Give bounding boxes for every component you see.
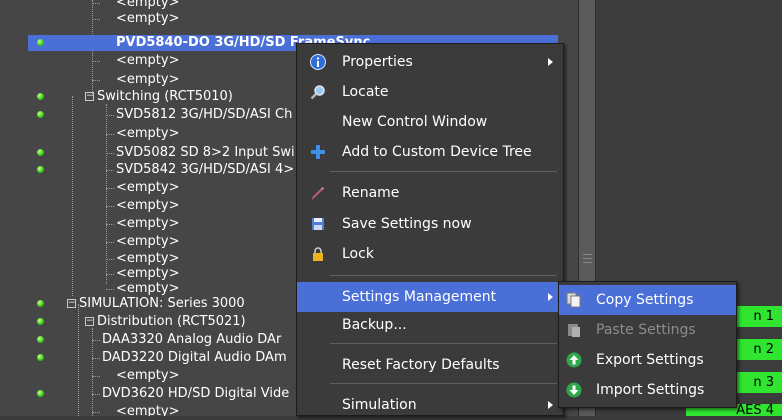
tree-row-label: Switching (RCT5010): [97, 89, 233, 104]
menu-separator: [330, 171, 557, 172]
pencil-icon: [312, 187, 324, 200]
status-led-icon: [37, 166, 44, 173]
menu-item-new-control-window[interactable]: New Control Window: [297, 107, 563, 137]
tree-row-label: SVD5082 SD 8>2 Input Swi: [116, 145, 295, 160]
tree-row[interactable]: <empty>: [0, 0, 578, 11]
tree-row-label: <empty>: [116, 404, 180, 416]
tree-row-label: DAA3320 Analog Audio DAr: [102, 332, 282, 347]
menu-item-copy-settings[interactable]: Copy Settings: [559, 285, 736, 315]
tree-row-label: <empty>: [116, 266, 180, 281]
tree-row-label: <empty>: [116, 216, 180, 231]
tree-row-label: <empty>: [116, 234, 180, 249]
collapse-toggle[interactable]: −: [85, 317, 94, 326]
status-led-icon: [37, 390, 44, 397]
tree-row-label: <empty>: [116, 11, 180, 26]
menu-item-label: Export Settings: [596, 352, 704, 368]
menu-item-label: Rename: [342, 185, 400, 201]
menu-item-backup[interactable]: Backup...: [297, 310, 563, 340]
menu-item-label: Add to Custom Device Tree: [342, 144, 532, 160]
export-arrow-icon: [566, 352, 582, 368]
menu-item-label: Backup...: [342, 317, 407, 333]
menu-item-label: Import Settings: [596, 382, 705, 398]
menu-item-paste-settings[interactable]: Paste Settings: [559, 315, 736, 345]
menu-item-settings-management[interactable]: Settings Management: [297, 282, 563, 312]
status-led-icon: [37, 336, 44, 343]
info-icon: [310, 54, 326, 70]
copy-icon: [566, 292, 581, 308]
menu-item-label: Paste Settings: [596, 322, 696, 338]
status-led-icon: [37, 354, 44, 361]
tree-row-label: <empty>: [116, 180, 180, 195]
menu-item-label: Settings Management: [342, 289, 497, 305]
menu-item-label: Properties: [342, 54, 413, 70]
context-menu: Properties Locate New Control Window Add…: [296, 43, 564, 416]
menu-item-save-settings-now[interactable]: Save Settings now: [297, 209, 563, 239]
tree-row-label: <empty>: [116, 198, 180, 213]
status-led-icon: [37, 93, 44, 100]
tree-row-label: SVD5812 3G/HD/SD/ASI Ch: [116, 107, 293, 122]
splitter-grip-icon: [583, 258, 592, 259]
tree-row-label: <empty>: [116, 126, 180, 141]
tree-row-label: DVD3620 HD/SD Digital Vide: [102, 386, 290, 401]
magnifier-icon: [310, 85, 325, 100]
padlock-icon: [313, 247, 323, 261]
status-led-icon: [37, 149, 44, 156]
floppy-icon: [312, 218, 324, 230]
menu-item-label: Reset Factory Defaults: [342, 357, 500, 373]
menu-item-label: Copy Settings: [596, 292, 694, 308]
tree-row[interactable]: <empty>: [0, 11, 578, 27]
tree-row-label: Distribution (RCT5021): [97, 314, 246, 329]
menu-item-label: Save Settings now: [342, 216, 472, 232]
submenu-arrow-icon: [548, 293, 553, 301]
submenu-arrow-icon: [548, 58, 553, 66]
menu-item-rename[interactable]: Rename: [297, 178, 563, 208]
menu-item-add-to-custom-device-tree[interactable]: Add to Custom Device Tree: [297, 137, 563, 167]
menu-item-import-settings[interactable]: Import Settings: [559, 375, 736, 405]
tree-row-label: <empty>: [116, 368, 180, 383]
submenu-arrow-icon: [548, 401, 553, 409]
menu-item-reset-factory-defaults[interactable]: Reset Factory Defaults: [297, 350, 563, 380]
tree-row-label: <empty>: [116, 53, 180, 68]
tree-row-label: <empty>: [116, 281, 180, 296]
menu-separator: [330, 343, 557, 344]
menu-item-locate[interactable]: Locate: [297, 77, 563, 107]
menu-item-label: Locate: [342, 84, 389, 100]
settings-management-submenu: Copy Settings Paste Settings Export Sett…: [558, 281, 737, 408]
tree-row-label: <empty>: [116, 251, 180, 266]
tree-row-label: <empty>: [116, 0, 180, 10]
status-led-icon: [37, 111, 44, 118]
collapse-toggle[interactable]: −: [85, 92, 94, 101]
menu-item-label: Lock: [342, 246, 374, 262]
plus-icon: [311, 145, 325, 159]
tree-row-label: DAD3220 Digital Audio DAm: [102, 350, 287, 365]
tree-row-label: SIMULATION: Series 3000: [79, 296, 245, 311]
tree-row-label: <empty>: [116, 72, 180, 87]
splitter-grip-icon: [583, 262, 592, 263]
menu-item-lock[interactable]: Lock: [297, 239, 563, 269]
collapse-toggle[interactable]: −: [67, 299, 76, 308]
status-led-icon: [37, 39, 44, 46]
status-led-icon: [37, 318, 44, 325]
import-arrow-icon: [566, 382, 582, 398]
menu-item-label: New Control Window: [342, 114, 488, 130]
status-led-icon: [37, 300, 44, 307]
paste-icon: [568, 324, 580, 337]
splitter-grip-icon: [583, 254, 592, 255]
menu-item-properties[interactable]: Properties: [297, 47, 563, 77]
menu-separator: [330, 383, 557, 384]
tree-row-label: SVD5842 3G/HD/SD/ASI 4>: [116, 162, 295, 177]
menu-separator: [330, 275, 557, 276]
menu-item-export-settings[interactable]: Export Settings: [559, 345, 736, 375]
